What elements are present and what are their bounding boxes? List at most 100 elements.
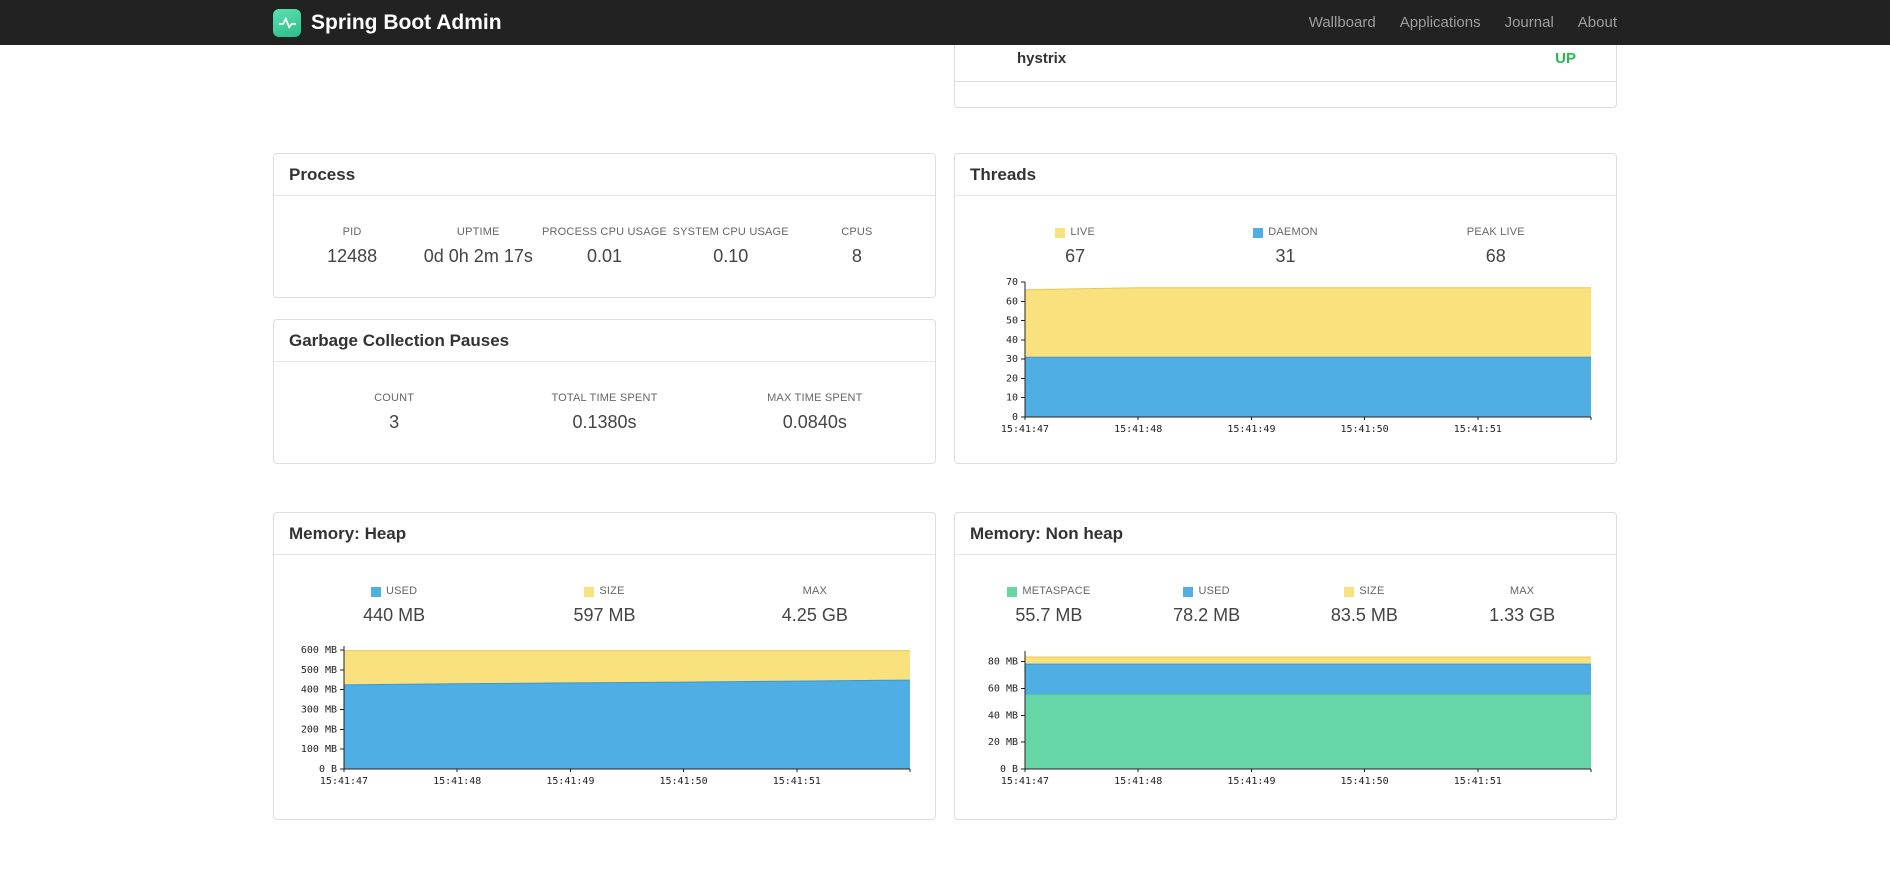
metric-value-pid: 12488 bbox=[327, 246, 378, 266]
panel-title-nonheap: Memory: Non heap bbox=[955, 513, 1616, 555]
metric-size: SIZE 597 MB bbox=[499, 585, 709, 626]
metric-label-cpus: CPUS bbox=[841, 226, 873, 238]
metric-value-size: 83.5 MB bbox=[1330, 605, 1398, 625]
svg-text:15:41:49: 15:41:49 bbox=[1227, 424, 1275, 435]
brand-title: Spring Boot Admin bbox=[311, 10, 502, 34]
spring-boot-admin-logo-icon bbox=[273, 8, 301, 37]
svg-text:15:41:51: 15:41:51 bbox=[773, 776, 821, 787]
nav-link-journal[interactable]: Journal bbox=[1493, 14, 1566, 31]
left-column: Process PID 12488 UPTIME 0d 0h 2m 17s PROCES… bbox=[273, 45, 936, 820]
main-content: Process PID 12488 UPTIME 0d 0h 2m 17s PROCES… bbox=[258, 45, 1632, 820]
brand[interactable]: Spring Boot Admin bbox=[273, 8, 502, 37]
svg-text:200 MB: 200 MB bbox=[301, 724, 337, 735]
heap-panel-body: USED 440 MB SIZE 597 MB MAX 4.25 GB 0 B 100 MB… bbox=[274, 555, 935, 809]
svg-text:0 B: 0 B bbox=[319, 764, 337, 775]
nonheap-panel-body: METASPACE 55.7 MB USED 78.2 MB SIZE 83.5 MB MA… bbox=[955, 555, 1616, 809]
threads-chart: 0 10 20 30 40 50 60 70 15:41:47 15:41:48 15:41:49 1… bbox=[970, 274, 1601, 442]
svg-text:10: 10 bbox=[1006, 393, 1018, 404]
area-chart-svg: 0 10 20 30 40 50 60 70 15:41:47 15:41:48 15:41:49 1… bbox=[1001, 277, 1592, 435]
metric-label-metaspace: METASPACE bbox=[970, 585, 1128, 598]
metric-label-process-cpu-usage: PROCESS CPU USAGE bbox=[541, 226, 668, 238]
right-column: hystrix UP Threads LIVE 67 DAEMON 31 PEAK LI… bbox=[954, 45, 1617, 820]
application-row: hystrix UP bbox=[955, 45, 1616, 82]
gc-metrics: COUNT 3 TOTAL TIME SPENT 0.1380s MAX TIME SP… bbox=[289, 392, 920, 433]
nav-link-about[interactable]: About bbox=[1566, 14, 1617, 31]
memory-heap-panel: Memory: Heap USED 440 MB SIZE 597 MB MAX 4.25… bbox=[273, 512, 936, 820]
legend-swatch-used bbox=[1183, 586, 1194, 597]
metric-label-used: USED bbox=[289, 585, 499, 598]
svg-text:60 MB: 60 MB bbox=[988, 684, 1018, 695]
svg-text:80 MB: 80 MB bbox=[988, 657, 1018, 668]
application-details-panel: hystrix UP bbox=[954, 45, 1617, 108]
svg-text:20: 20 bbox=[1006, 373, 1018, 384]
metric-label-used: USED bbox=[1128, 585, 1286, 598]
nav-link-wallboard[interactable]: Wallboard bbox=[1297, 14, 1388, 31]
svg-text:15:41:48: 15:41:48 bbox=[1114, 424, 1162, 435]
metric-count: COUNT 3 bbox=[289, 392, 499, 433]
metric-cpus: CPUS 8 bbox=[794, 226, 920, 267]
svg-text:50: 50 bbox=[1006, 316, 1018, 327]
status-badge: UP bbox=[1555, 50, 1576, 67]
svg-text:40: 40 bbox=[1006, 335, 1018, 346]
threads-panel: Threads LIVE 67 DAEMON 31 PEAK LIVE 68 0 10 20 3… bbox=[954, 153, 1617, 464]
panel-title-heap: Memory: Heap bbox=[274, 513, 935, 555]
nav-links: Wallboard Applications Journal About bbox=[1297, 14, 1617, 31]
threads-legend: LIVE 67 DAEMON 31 PEAK LIVE 68 bbox=[970, 226, 1601, 267]
memory-nonheap-panel: Memory: Non heap METASPACE 55.7 MB USED 78.… bbox=[954, 512, 1617, 820]
metric-label-size: SIZE bbox=[1286, 585, 1444, 598]
nav-link-applications[interactable]: Applications bbox=[1388, 14, 1493, 31]
nonheap-legend: METASPACE 55.7 MB USED 78.2 MB SIZE 83.5 MB MA… bbox=[970, 585, 1601, 626]
svg-text:20 MB: 20 MB bbox=[988, 737, 1018, 748]
threads-panel-body: LIVE 67 DAEMON 31 PEAK LIVE 68 0 10 20 30 40 50 60 7… bbox=[955, 196, 1616, 457]
svg-text:30: 30 bbox=[1006, 354, 1018, 365]
metric-value-live: 67 bbox=[1065, 246, 1086, 266]
metric-label-daemon: DAEMON bbox=[1180, 226, 1390, 239]
gc-panel-body: COUNT 3 TOTAL TIME SPENT 0.1380s MAX TIME SP… bbox=[274, 362, 935, 448]
metric-live: LIVE 67 bbox=[970, 226, 1180, 267]
metric-value-max: 1.33 GB bbox=[1489, 605, 1556, 625]
area-chart-svg: 0 B 20 MB 40 MB 60 MB 80 MB 15:41:47 15:41:48 1… bbox=[988, 651, 1592, 787]
svg-text:15:41:47: 15:41:47 bbox=[1001, 776, 1049, 787]
metric-value-total-time-spent: 0.1380s bbox=[572, 412, 637, 432]
svg-text:70: 70 bbox=[1006, 277, 1018, 288]
metric-value-system-cpu-usage: 0.10 bbox=[713, 246, 749, 266]
metric-label-peak-live: PEAK LIVE bbox=[1466, 226, 1525, 238]
metric-metaspace: METASPACE 55.7 MB bbox=[970, 585, 1128, 626]
metric-uptime: UPTIME 0d 0h 2m 17s bbox=[415, 226, 541, 267]
svg-text:15:41:47: 15:41:47 bbox=[320, 776, 368, 787]
svg-text:300 MB: 300 MB bbox=[301, 704, 337, 715]
metric-label-live: LIVE bbox=[970, 226, 1180, 239]
metric-label-pid: PID bbox=[342, 226, 362, 238]
top-navbar: Spring Boot Admin Wallboard Applications J… bbox=[0, 0, 1890, 45]
metric-value-process-cpu-usage: 0.01 bbox=[586, 246, 623, 266]
svg-text:15:41:51: 15:41:51 bbox=[1454, 776, 1502, 787]
svg-text:15:41:48: 15:41:48 bbox=[1114, 776, 1162, 787]
metric-used: USED 78.2 MB bbox=[1128, 585, 1286, 626]
panel-title-process: Process bbox=[274, 154, 935, 196]
metric-value-count: 3 bbox=[389, 412, 400, 432]
panel-title-gc: Garbage Collection Pauses bbox=[274, 320, 935, 362]
area-chart-svg: 0 B 100 MB 200 MB 300 MB 400 MB 500 MB 600 MB 1… bbox=[301, 645, 911, 787]
navbar-inner: Spring Boot Admin Wallboard Applications J… bbox=[258, 0, 1632, 45]
nonheap-chart: 0 B 20 MB 40 MB 60 MB 80 MB 15:41:47 15:41:48 1… bbox=[970, 643, 1601, 794]
metric-value-max-time-spent: 0.0840s bbox=[782, 412, 847, 432]
metric-label-max-time-spent: MAX TIME SPENT bbox=[767, 392, 863, 404]
gc-panel: Garbage Collection Pauses COUNT 3 TOTAL TI… bbox=[273, 319, 936, 464]
application-name: hystrix bbox=[1017, 50, 1067, 67]
svg-text:15:41:48: 15:41:48 bbox=[433, 776, 481, 787]
metric-value-uptime: 0d 0h 2m 17s bbox=[423, 246, 533, 266]
metric-max: MAX 1.33 GB bbox=[1443, 585, 1601, 626]
metric-value-metaspace: 55.7 MB bbox=[1015, 605, 1083, 625]
svg-text:15:41:50: 15:41:50 bbox=[1341, 776, 1389, 787]
panel-title-threads: Threads bbox=[955, 154, 1616, 196]
metric-value-used: 440 MB bbox=[363, 605, 426, 625]
metric-value-daemon: 31 bbox=[1275, 246, 1296, 266]
svg-text:60: 60 bbox=[1006, 296, 1018, 307]
svg-text:400 MB: 400 MB bbox=[301, 685, 337, 696]
metric-used: USED 440 MB bbox=[289, 585, 499, 626]
dashboard-columns: Process PID 12488 UPTIME 0d 0h 2m 17s PROCES… bbox=[273, 45, 1617, 820]
metric-daemon: DAEMON 31 bbox=[1180, 226, 1390, 267]
legend-swatch-size bbox=[584, 586, 595, 597]
metric-peak-live: PEAK LIVE 68 bbox=[1391, 226, 1601, 267]
metric-label-total-time-spent: TOTAL TIME SPENT bbox=[551, 392, 658, 404]
